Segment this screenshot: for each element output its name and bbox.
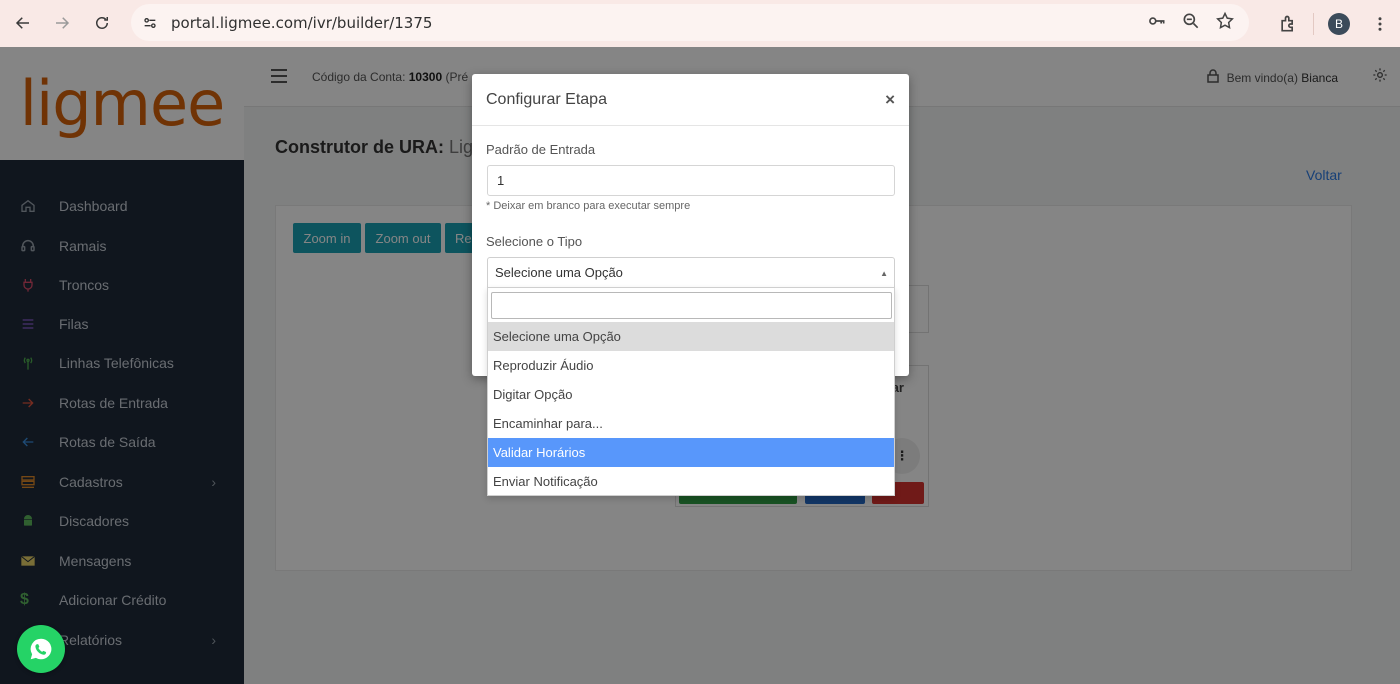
dropdown-option[interactable]: Validar Horários [488,438,894,467]
address-bar[interactable]: portal.ligmee.com/ivr/builder/1375 [131,4,1249,41]
forward-icon[interactable] [45,6,79,40]
type-dropdown: Selecione uma Opção Reproduzir Áudio Dig… [487,287,895,496]
pattern-label: Padrão de Entrada [486,142,596,157]
modal-title: Configurar Etapa [486,91,607,108]
type-select-value: Selecione uma Opção [495,265,623,280]
star-icon[interactable] [1215,11,1235,34]
whatsapp-icon [30,638,52,660]
type-label: Selecione o Tipo [486,234,583,249]
browser-toolbar: portal.ligmee.com/ivr/builder/1375 B [0,0,1400,47]
dropdown-option[interactable]: Encaminhar para... [488,409,894,438]
dropdown-search-input[interactable] [491,292,892,319]
type-select[interactable]: Selecione uma Opção ▲ [487,257,895,288]
menu-kebab-icon[interactable] [1360,15,1400,33]
toolbar-divider [1313,12,1314,35]
pattern-hint: * Deixar em branco para executar sempre [486,200,691,212]
url-text: portal.ligmee.com/ivr/builder/1375 [171,13,433,32]
modal-header: Configurar Etapa × [472,74,909,126]
back-icon[interactable] [6,6,40,40]
whatsapp-button[interactable] [17,625,65,673]
site-settings-icon[interactable] [139,12,161,34]
dropdown-option[interactable]: Reproduzir Áudio [488,351,894,380]
dropdown-option[interactable]: Enviar Notificação [488,467,894,496]
pattern-input[interactable]: 1 [487,165,895,196]
dropdown-option[interactable]: Selecione uma Opção [488,322,894,351]
profile-button[interactable]: B [1322,12,1356,35]
reload-icon[interactable] [85,6,119,40]
extensions-icon[interactable] [1271,14,1305,34]
dropdown-option[interactable]: Digitar Opção [488,380,894,409]
caret-up-icon: ▲ [880,269,888,278]
key-icon[interactable] [1147,11,1167,34]
zoom-icon[interactable] [1181,11,1201,34]
profile-avatar: B [1328,12,1350,35]
close-icon[interactable]: × [885,90,895,110]
